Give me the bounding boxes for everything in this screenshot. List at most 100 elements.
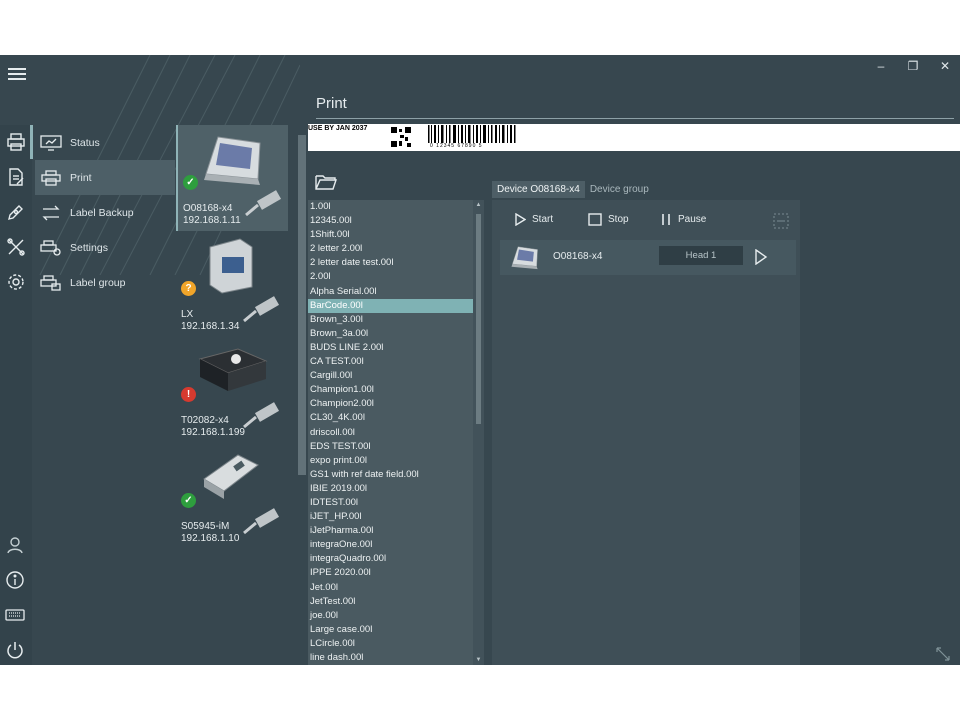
file-list-item[interactable]: integraQuadro.00l [308, 552, 473, 566]
device-card[interactable]: ? LX 192.168.1.34 [176, 231, 286, 337]
device-head-row[interactable]: O08168-x4 Head 1 [500, 240, 796, 275]
file-list-item[interactable]: Brown_3.00l [308, 313, 473, 327]
file-list-item[interactable]: Cargill.00l [308, 369, 473, 383]
keyboard-icon[interactable] [5, 605, 25, 625]
print-toolbar: Start Stop Pause [492, 200, 800, 240]
file-list-item[interactable]: 2 letter date test.00l [308, 256, 473, 270]
start-button[interactable]: Start [514, 213, 553, 226]
nav-item-label: Print [70, 171, 92, 184]
device-card[interactable]: ! T02082-x4 192.168.1.199 [176, 337, 286, 443]
file-list-item[interactable]: JetTest.00l [308, 595, 473, 609]
file-list-item[interactable]: joe.00l [308, 609, 473, 623]
file-list-item[interactable]: 1.00l [308, 200, 473, 214]
file-list-item[interactable]: iJetPharma.00l [308, 524, 473, 538]
folder-open-icon[interactable] [315, 173, 337, 191]
file-list-item[interactable]: EDS TEST.00l [308, 440, 473, 454]
scrollbar-thumb[interactable] [476, 214, 481, 424]
file-list-item[interactable]: IPPE 2020.00l [308, 566, 473, 580]
file-list-item[interactable]: 2 letter 2.00l [308, 242, 473, 256]
device-ip: 192.168.1.10 [181, 533, 240, 544]
file-list-item[interactable]: LCircle.00l [308, 637, 473, 651]
device-card[interactable]: ✓ S05945-iM 192.168.1.10 [176, 443, 286, 549]
file-list-item[interactable]: GS1 with ref date field.00l [308, 468, 473, 482]
file-list-item[interactable]: Large case.00l [308, 623, 473, 637]
file-list-item[interactable]: 12345.00l [308, 214, 473, 228]
device-ip: 192.168.1.11 [183, 215, 241, 226]
device-ip: 192.168.1.34 [181, 321, 240, 332]
document-edit-icon[interactable] [6, 167, 26, 187]
head-select-button[interactable]: Head 1 [659, 246, 743, 265]
close-button[interactable]: ✕ [938, 59, 952, 73]
printer-icon[interactable] [6, 132, 26, 152]
printer-controller-icon [511, 246, 538, 270]
file-list-item[interactable]: Jet.00l [308, 581, 473, 595]
device-list: ✓ O08168-x4 192.168.1.11 ? LX 192.168.1.34… [176, 125, 290, 665]
stop-label: Stop [608, 214, 629, 225]
file-list-item[interactable]: CL30_4K.00l [308, 411, 473, 425]
gear-icon[interactable] [6, 272, 26, 292]
file-list-item[interactable]: IDTEST.00l [308, 496, 473, 510]
device-name: LX [181, 309, 194, 320]
page-title: Print [316, 95, 347, 112]
nav-item-settings[interactable]: Settings [35, 230, 175, 265]
stop-button[interactable]: Stop [588, 213, 629, 226]
print-control-panel: Start Stop Pause O08168-x4 Head 1 [492, 200, 800, 665]
nav-item-label-group[interactable]: Label group [35, 265, 175, 300]
tab-device-group[interactable]: Device group [585, 181, 654, 198]
label-file-list: 1.00l 12345.00l 1Shift.00l 2 letter 2.00l 2 … [308, 200, 473, 665]
tab-device[interactable]: Device O08168-x4 [492, 181, 585, 198]
file-list-item[interactable]: Brown_3a.00l [308, 327, 473, 341]
nav-item-label: Status [70, 136, 100, 149]
pen-nib-icon[interactable] [6, 202, 26, 222]
device-name: T02082-x4 [181, 415, 229, 426]
printer-controller-icon [204, 136, 261, 185]
file-list-item[interactable]: driscoll.00l [308, 426, 473, 440]
power-icon[interactable] [5, 640, 25, 660]
device-list-scrollbar[interactable] [298, 135, 306, 475]
preview-text: USE BY JAN 2037 [308, 125, 368, 132]
file-list-item[interactable]: expo print.00l [308, 454, 473, 468]
select-all-icon[interactable] [772, 212, 790, 230]
file-list-item[interactable]: IBIE 2019.00l [308, 482, 473, 496]
nav-item-status[interactable]: Status [35, 125, 175, 160]
pause-icon [662, 214, 670, 225]
file-list-item[interactable]: Alpha Serial.00l [308, 285, 473, 299]
file-list-item[interactable]: line dash.00l [308, 651, 473, 665]
file-list-item[interactable]: Champion2.00l [308, 397, 473, 411]
start-label: Start [532, 214, 554, 225]
file-list-item[interactable]: iJET_HP.00l [308, 510, 473, 524]
user-icon[interactable] [5, 535, 25, 555]
hamburger-menu-icon[interactable] [8, 65, 26, 83]
file-list-item[interactable]: 1Shift.00l [308, 228, 473, 242]
nav-item-label: Settings [70, 241, 108, 254]
file-list-item[interactable]: 2.00l [308, 270, 473, 284]
file-list-item[interactable]: Champion1.00l [308, 383, 473, 397]
maximize-button[interactable]: ❐ [906, 59, 920, 73]
pause-button[interactable]: Pause [660, 213, 706, 226]
tools-icon[interactable] [6, 237, 26, 257]
nav-item-label-backup[interactable]: Label Backup [35, 195, 175, 230]
nav-item-print[interactable]: Print [35, 160, 175, 195]
info-icon[interactable] [5, 570, 25, 590]
qr-code-icon [390, 126, 412, 148]
title-divider [316, 118, 954, 119]
printhead-icon [203, 454, 259, 499]
play-icon[interactable] [754, 249, 768, 265]
status-badge: ✓ [181, 493, 196, 508]
file-list-item[interactable]: BarCode.00l [308, 298, 473, 313]
file-list-item[interactable]: CA TEST.00l [308, 355, 473, 369]
minimize-button[interactable]: – [874, 59, 888, 73]
resize-arrows-icon[interactable] [936, 647, 950, 661]
file-list-scrollbar[interactable]: ▲ ▼ [473, 200, 484, 665]
ethernet-cable-icon [243, 508, 280, 535]
device-name-ip: LX 192.168.1.34 [181, 309, 239, 333]
file-list-item[interactable]: BUDS LINE 2.00l [308, 341, 473, 355]
scroll-down-arrow-icon[interactable]: ▼ [473, 657, 484, 663]
device-card[interactable]: ✓ O08168-x4 192.168.1.11 [176, 125, 288, 231]
barcode-icon [428, 125, 516, 143]
ethernet-cable-icon [245, 190, 282, 217]
status-badge: ? [181, 281, 196, 296]
scroll-up-arrow-icon[interactable]: ▲ [473, 202, 484, 208]
file-list-item[interactable]: integraOne.00l [308, 538, 473, 552]
play-icon [515, 213, 526, 226]
